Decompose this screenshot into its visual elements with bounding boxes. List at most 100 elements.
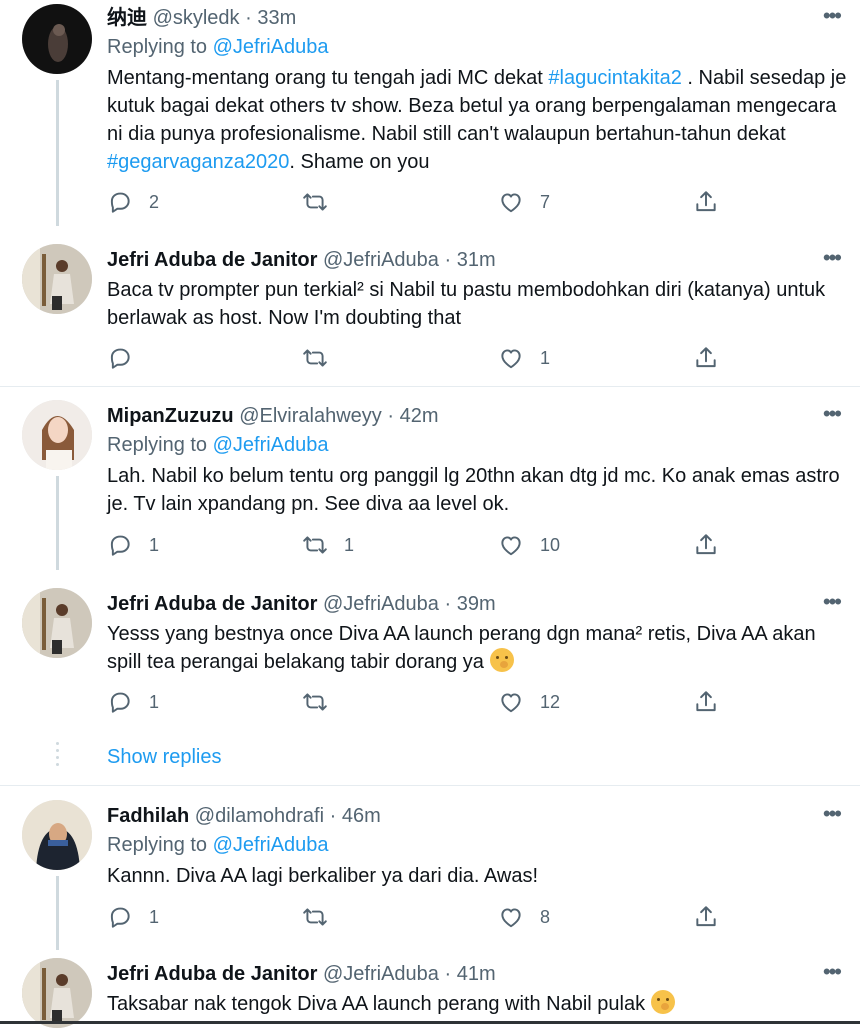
like-button[interactable]: 10: [498, 531, 560, 559]
tweet[interactable]: Jefri Aduba de Janitor @JefriAduba · 41m…: [0, 958, 860, 1028]
handle[interactable]: @Elviralahweyy: [239, 405, 382, 427]
replying-mention[interactable]: @JefriAduba: [213, 834, 329, 856]
like-button[interactable]: 8: [498, 903, 550, 931]
tweet-text-content: Taksabar nak tengok Diva AA launch peran…: [107, 993, 646, 1015]
more-icon[interactable]: •••: [823, 247, 842, 269]
tweet-header: 纳迪 @skyledk · 33m: [107, 6, 800, 30]
tweet-text: Lah. Nabil ko belum tentu org panggil lg…: [107, 465, 840, 515]
share-button[interactable]: [693, 903, 719, 931]
replying-mention[interactable]: @JefriAduba: [213, 36, 329, 58]
retweet-button[interactable]: [302, 688, 344, 716]
replying-to: Replying to @JefriAduba: [107, 36, 329, 59]
reply-icon: [107, 904, 133, 930]
avatar[interactable]: [22, 244, 92, 314]
timestamp[interactable]: 31m: [457, 249, 496, 271]
replying-mention[interactable]: @JefriAduba: [213, 434, 329, 456]
tweet-text: Mentang-mentang orang tu tengah jadi MC …: [107, 64, 847, 176]
more-icon[interactable]: •••: [823, 5, 842, 27]
share-button[interactable]: [693, 344, 719, 372]
timestamp[interactable]: 42m: [400, 405, 439, 427]
handle[interactable]: @skyledk: [153, 7, 240, 29]
text-segment: Mentang-mentang orang tu tengah jadi MC …: [107, 67, 549, 89]
face-with-hand-over-mouth-icon: [489, 648, 514, 672]
tweet-header: MipanZuzuzu @Elviralahweyy · 42m: [107, 404, 800, 428]
avatar[interactable]: [22, 800, 92, 870]
separator: ·: [329, 805, 337, 827]
tweet[interactable]: Fadhilah @dilamohdrafi · 46m ••• Replyin…: [0, 800, 860, 950]
display-name[interactable]: Jefri Aduba de Janitor: [107, 593, 317, 615]
separator: ·: [444, 593, 452, 615]
retweet-icon: [302, 345, 328, 371]
retweet-button[interactable]: 1: [302, 531, 354, 559]
thread-line: [56, 476, 59, 570]
more-icon[interactable]: •••: [823, 803, 842, 825]
like-count: 7: [540, 191, 551, 212]
handle[interactable]: @dilamohdrafi: [195, 805, 324, 827]
tweet[interactable]: MipanZuzuzu @Elviralahweyy · 42m ••• Rep…: [0, 400, 860, 570]
tweet-actions: 1: [107, 344, 727, 372]
divider: [0, 386, 860, 387]
share-button[interactable]: [693, 688, 719, 716]
timestamp[interactable]: 39m: [457, 593, 496, 615]
avatar[interactable]: [22, 958, 92, 1028]
replying-label: Replying to: [107, 36, 213, 58]
reply-icon: [107, 532, 133, 558]
tweet-header: Jefri Aduba de Janitor @JefriAduba · 31m: [107, 248, 800, 272]
avatar[interactable]: [22, 400, 92, 470]
separator: ·: [444, 249, 452, 271]
separator: ·: [387, 405, 395, 427]
retweet-icon: [302, 532, 328, 558]
handle[interactable]: @JefriAduba: [323, 593, 439, 615]
avatar[interactable]: [22, 4, 92, 74]
hashtag-link[interactable]: #gegarvaganza2020: [107, 151, 289, 173]
tweet[interactable]: Jefri Aduba de Janitor @JefriAduba · 31m…: [0, 244, 860, 384]
hashtag-link[interactable]: #lagucintakita2: [548, 67, 681, 89]
reply-button[interactable]: [107, 344, 149, 372]
share-button[interactable]: [693, 531, 719, 559]
tweet[interactable]: 纳迪 @skyledk · 33m ••• Replying to @Jefri…: [0, 0, 860, 226]
display-name[interactable]: 纳迪: [107, 7, 147, 29]
more-icon[interactable]: •••: [823, 961, 842, 983]
reply-count: 2: [149, 191, 160, 212]
timestamp[interactable]: 41m: [457, 963, 496, 985]
reply-button[interactable]: 1: [107, 531, 159, 559]
tweet[interactable]: Jefri Aduba de Janitor @JefriAduba · 39m…: [0, 588, 860, 728]
timestamp[interactable]: 33m: [257, 7, 296, 29]
face-with-hand-over-mouth-icon: [650, 990, 675, 1014]
handle[interactable]: @JefriAduba: [323, 963, 439, 985]
timestamp[interactable]: 46m: [342, 805, 381, 827]
reply-icon: [107, 689, 133, 715]
thread-line: [56, 876, 59, 950]
like-button[interactable]: 12: [498, 688, 560, 716]
tweet-header: Jefri Aduba de Janitor @JefriAduba · 41m: [107, 962, 800, 986]
reply-button[interactable]: 2: [107, 188, 159, 216]
tweet-actions: 2 7: [107, 188, 727, 216]
tweet-text-content: Yesss yang bestnya once Diva AA launch p…: [107, 623, 816, 673]
tweet-actions: 1 1 10: [107, 531, 727, 559]
retweet-button[interactable]: [302, 344, 344, 372]
display-name[interactable]: Fadhilah: [107, 805, 189, 827]
reply-button[interactable]: 1: [107, 688, 159, 716]
retweet-button[interactable]: [302, 188, 344, 216]
more-icon[interactable]: •••: [823, 591, 842, 613]
like-button[interactable]: 7: [498, 188, 550, 216]
handle[interactable]: @JefriAduba: [323, 249, 439, 271]
retweet-button[interactable]: [302, 903, 344, 931]
display-name[interactable]: Jefri Aduba de Janitor: [107, 249, 317, 271]
like-count: 1: [540, 347, 551, 368]
reply-icon: [107, 345, 133, 371]
share-icon: [693, 689, 719, 715]
more-icon[interactable]: •••: [823, 403, 842, 425]
replying-label: Replying to: [107, 834, 213, 856]
reply-count: 1: [149, 691, 160, 712]
retweet-icon: [302, 689, 328, 715]
like-button[interactable]: 1: [498, 344, 550, 372]
reply-button[interactable]: 1: [107, 903, 159, 931]
show-replies-link[interactable]: Show replies: [107, 746, 222, 769]
tweet-text: Baca tv prompter pun terkial² si Nabil t…: [107, 279, 826, 329]
display-name[interactable]: MipanZuzuzu: [107, 405, 234, 427]
display-name[interactable]: Jefri Aduba de Janitor: [107, 963, 317, 985]
share-button[interactable]: [693, 188, 719, 216]
separator: ·: [444, 963, 452, 985]
avatar[interactable]: [22, 588, 92, 658]
